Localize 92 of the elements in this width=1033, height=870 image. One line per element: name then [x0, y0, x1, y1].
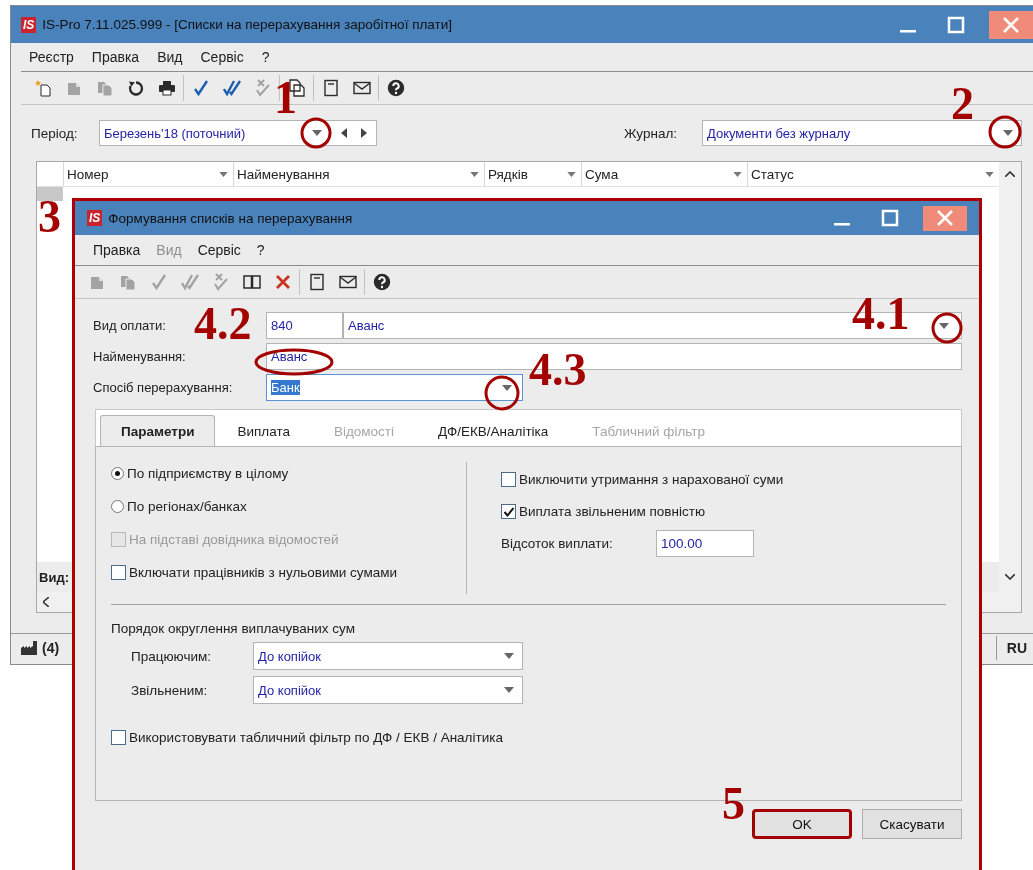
caret-icon[interactable] — [504, 687, 514, 693]
factory-icon — [21, 641, 37, 655]
next-arrow-icon[interactable] — [361, 128, 367, 138]
payment-percent-label: Відсоток виплати: — [501, 536, 614, 551]
close-button[interactable] — [989, 10, 1033, 39]
delete-icon[interactable] — [273, 273, 292, 291]
checkbox-label: Включати працівників з нульовими сумами — [129, 565, 398, 580]
scroll-left-icon[interactable] — [43, 597, 49, 607]
period-dropdown[interactable]: Березень'18 (поточний) — [99, 120, 377, 146]
scroll-up-icon[interactable] — [1005, 171, 1015, 177]
help-icon[interactable] — [372, 273, 391, 291]
menu-item[interactable]: Правка — [91, 49, 140, 65]
mail-icon[interactable] — [352, 79, 371, 97]
radio-button[interactable] — [111, 500, 124, 513]
journal-dropdown[interactable]: Документи без журналу — [702, 120, 1022, 146]
payment-percent-field[interactable]: 100.00 — [656, 530, 754, 557]
annotation-number: 4.2 — [194, 301, 252, 347]
radio-button[interactable] — [111, 467, 124, 480]
rounding-label: Працюючим: — [130, 648, 212, 664]
close-button[interactable] — [923, 205, 967, 231]
window-title: IS-Pro 7.11.025.999 - [Списки на перерахування заробітної плати] — [42, 17, 452, 32]
annotation-number: 1 — [274, 80, 297, 117]
notepad-icon[interactable] — [321, 79, 340, 97]
vertical-scrollbar[interactable] — [999, 162, 1021, 612]
checkbox-label: На підставі довідника відомостей — [129, 532, 339, 547]
previous-arrow-icon[interactable] — [341, 128, 347, 138]
radio-label: По підприємству в цілому — [127, 466, 289, 481]
ok-button[interactable]: OK — [752, 809, 852, 839]
app-logo: IS — [87, 210, 103, 226]
footer-label: Вид: — [39, 569, 69, 585]
checkbox[interactable] — [501, 504, 516, 519]
maximize-icon[interactable] — [947, 15, 965, 34]
tab[interactable]: Виплата — [217, 416, 310, 446]
column-header[interactable]: Рядків — [484, 162, 581, 186]
transfer-method-label: Спосіб перерахування: — [93, 380, 234, 395]
sort-caret-icon[interactable] — [985, 171, 994, 177]
checkbox-label: Виключити утримання з нарахованої суми — [519, 472, 784, 487]
caret-icon[interactable] — [504, 653, 514, 659]
printer-icon[interactable] — [157, 79, 176, 97]
sort-caret-icon[interactable] — [470, 171, 479, 177]
menu-item[interactable]: Реєстр — [29, 49, 74, 65]
column-header[interactable]: Номер — [63, 162, 233, 186]
language-indicator[interactable]: RU — [995, 636, 1033, 660]
column-header[interactable]: Найменування — [233, 162, 484, 186]
column-header[interactable]: Сума — [581, 162, 747, 186]
mail-icon[interactable] — [338, 273, 357, 291]
cancel-button[interactable]: Скасувати — [862, 809, 962, 839]
rounding-label: Звільненим: — [130, 682, 209, 698]
sort-caret-icon[interactable] — [733, 171, 742, 177]
caret-icon[interactable] — [939, 322, 949, 329]
double-check-icon[interactable] — [222, 79, 241, 97]
checkbox[interactable] — [501, 472, 516, 487]
dialog-title: Формування списків на перерахування — [108, 210, 353, 226]
menu-item[interactable]: ? — [256, 242, 265, 258]
checkbox-label: Виплата звільненим повністю — [519, 504, 705, 519]
menu-item[interactable]: Правка — [93, 242, 141, 258]
period-label: Період: — [31, 125, 79, 141]
book-icon[interactable] — [242, 273, 261, 291]
transfer-method-dropdown[interactable]: Банк — [266, 374, 523, 401]
caret-icon[interactable] — [312, 130, 322, 136]
maximize-icon[interactable] — [881, 209, 899, 227]
status-count: (4) — [42, 640, 60, 656]
notepad-icon[interactable] — [307, 273, 326, 291]
menu-item[interactable]: Сервіс — [197, 242, 241, 258]
app-logo: IS — [21, 16, 37, 33]
tab[interactable]: Параметри — [100, 415, 216, 446]
menu-item[interactable]: Сервіс — [200, 49, 244, 65]
caret-icon[interactable] — [1003, 130, 1013, 136]
rounding-dropdown[interactable]: До копійок — [253, 642, 523, 670]
help-icon[interactable] — [386, 79, 405, 97]
payment-type-label: Вид оплати: — [93, 318, 167, 333]
new-document-icon[interactable] — [33, 79, 52, 97]
annotation-number: 5 — [722, 781, 745, 827]
caret-icon[interactable] — [502, 384, 512, 391]
checkbox[interactable] — [111, 730, 126, 745]
rounding-dropdown[interactable]: До копійок — [253, 676, 523, 704]
menu-item[interactable]: Вид — [157, 49, 183, 65]
tab[interactable]: ДФ/ЕКВ/Аналітіка — [418, 416, 569, 446]
annotation-number: 3 — [38, 194, 61, 240]
sort-caret-icon[interactable] — [219, 171, 228, 177]
payment-code-field[interactable]: 840 — [266, 312, 343, 339]
journal-label: Журнал: — [624, 125, 678, 141]
check-icon[interactable] — [191, 79, 210, 97]
checkbox-label: Використовувати табличний фільтр по ДФ / ЕКВ / Аналітика — [129, 730, 503, 745]
sort-caret-icon[interactable] — [567, 171, 576, 177]
menu-item[interactable]: ? — [261, 49, 270, 65]
name-label: Найменування: — [93, 349, 187, 364]
refresh-icon[interactable] — [126, 79, 145, 97]
checkbox[interactable] — [111, 565, 126, 580]
scroll-down-icon[interactable] — [1005, 574, 1015, 580]
radio-label: По регіонах/банках — [127, 499, 247, 514]
rounding-section-title: Порядок округлення виплачуваних сум — [111, 621, 356, 636]
